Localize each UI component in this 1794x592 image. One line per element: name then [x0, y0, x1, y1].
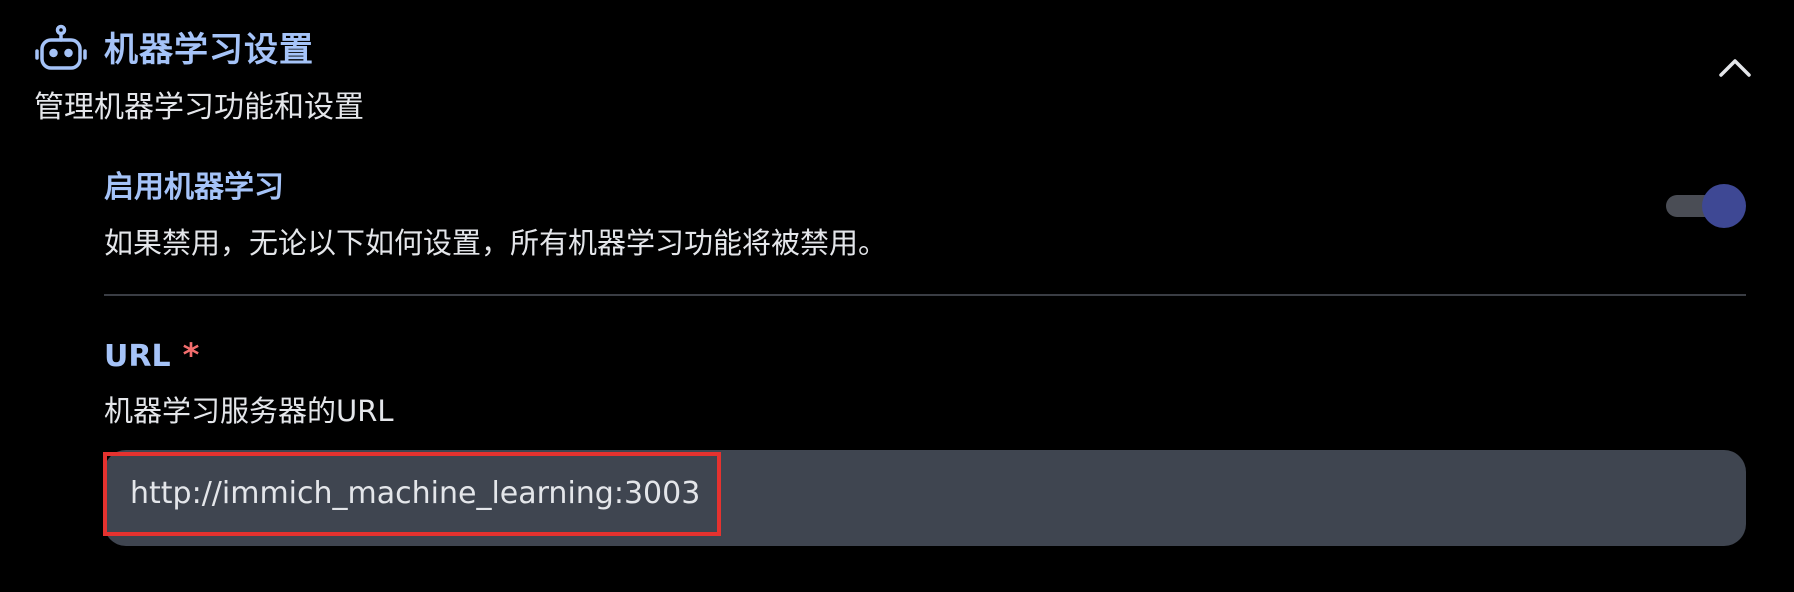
toggle-knob	[1702, 184, 1746, 228]
ml-settings-header: 机器学习设置 管理机器学习功能和设置	[34, 20, 1760, 130]
url-input[interactable]	[130, 464, 1630, 522]
url-label: URL	[104, 339, 171, 374]
enable-ml-toggle[interactable]	[1662, 184, 1746, 228]
url-description: 机器学习服务器的URL	[104, 394, 394, 428]
enable-ml-setting: 启用机器学习 如果禁用，无论以下如何设置，所有机器学习功能将被禁用。	[104, 162, 1746, 296]
robot-icon	[34, 24, 88, 74]
url-label-row: URL *	[104, 336, 1746, 374]
collapse-button[interactable]	[1710, 50, 1760, 90]
url-setting: URL * 机器学习服务器的URL	[104, 336, 1746, 430]
url-input-container	[103, 450, 1746, 546]
required-mark: *	[182, 336, 200, 374]
enable-ml-title: 启用机器学习	[104, 170, 284, 205]
section-title: 机器学习设置	[104, 30, 314, 70]
chevron-up-icon	[1718, 57, 1752, 83]
enable-ml-description: 如果禁用，无论以下如何设置，所有机器学习功能将被禁用。	[104, 226, 888, 260]
section-subtitle: 管理机器学习功能和设置	[34, 90, 364, 125]
